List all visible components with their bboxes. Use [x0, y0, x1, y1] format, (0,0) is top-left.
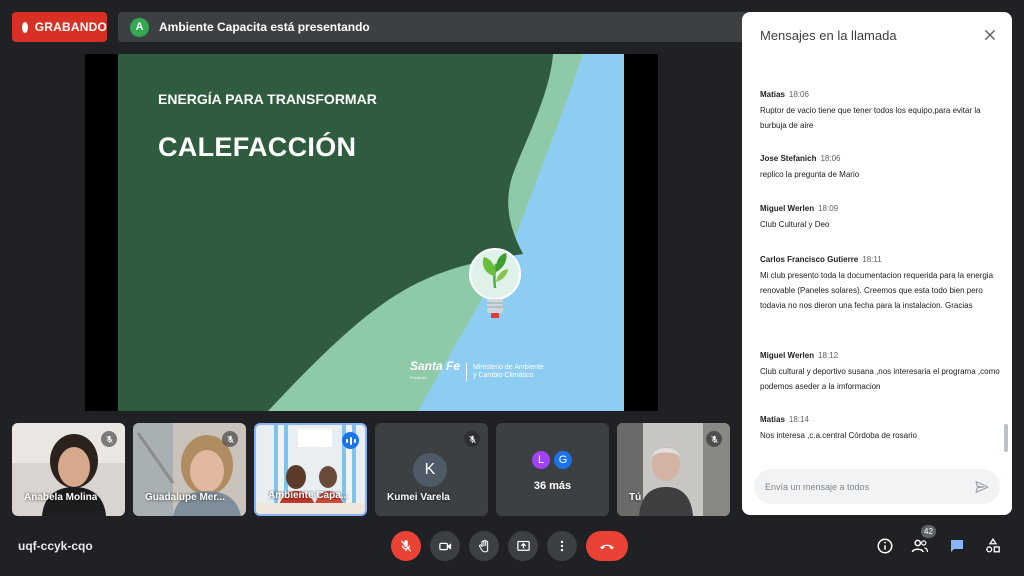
message-text: replico la pregunta de Mario: [760, 170, 860, 179]
more-vert-icon: [560, 540, 564, 552]
message-text: Club Cultural y Deo: [760, 220, 830, 229]
participant-name: Kumei Varela: [387, 492, 450, 503]
activities-icon: [986, 538, 1000, 553]
message-time: 18:09: [818, 204, 839, 213]
participant-name: Ambiente Capa...: [268, 490, 350, 501]
message-sender: Miguel Werlen: [760, 204, 815, 213]
lightbulb-plant-icon: [469, 248, 521, 318]
message-time: 18:06: [788, 90, 809, 99]
meeting-details-button[interactable]: [872, 533, 898, 559]
message-sender: Carlos Francisco Gutierre: [760, 255, 859, 264]
message-time: 18:11: [862, 255, 882, 264]
brand-name: Santa Fe: [410, 359, 461, 373]
chat-message: Carlos Francisco Gutierre 18:11 Mi club p…: [760, 254, 1000, 313]
brand-sub: Provincia: [410, 375, 427, 380]
participant-tile[interactable]: Anabela Molina: [12, 423, 125, 516]
chat-message: Matias 18:06 Ruptor de vacio tiene que te…: [760, 89, 1000, 133]
santa-fe-logo: Santa Fe Provincia: [410, 360, 460, 384]
participant-tile[interactable]: Guadalupe Mer...: [133, 423, 246, 516]
mic-off-icon: [706, 431, 722, 447]
camera-icon: [438, 542, 451, 550]
speaking-icon: [342, 432, 359, 449]
message-time: 18:14: [788, 415, 809, 424]
ministry-line-1: Ministerio de Ambiente: [473, 364, 544, 371]
message-sender: Matias: [760, 415, 785, 424]
truncated-message: [760, 56, 920, 60]
message-text: Mi club presento toda la documentacion r…: [760, 271, 994, 310]
chat-message: Matias 18:14 Nos interesa ,c.a.central Có…: [760, 414, 1000, 443]
brand-divider: [466, 363, 468, 381]
participant-avatar: L: [530, 449, 552, 471]
chat-scrollbar[interactable]: [1004, 424, 1008, 452]
present-now-button[interactable]: [508, 531, 538, 561]
chat-title: Mensajes en la llamada: [760, 28, 897, 43]
chat-message: Jose Stefanich 18:06 replico la pregunta …: [760, 153, 1000, 182]
recording-label: GRABANDO: [34, 20, 107, 34]
message-text: Ruptor de vacio tiene que tener todos lo…: [760, 106, 981, 130]
leave-call-button[interactable]: [586, 531, 628, 561]
mic-off-icon: [400, 540, 412, 552]
mic-toggle-button[interactable]: [391, 531, 421, 561]
slide-title: CALEFACCIÓN: [158, 132, 357, 162]
more-participants-tile[interactable]: L G 36 más: [496, 423, 609, 516]
participant-avatar: K: [413, 453, 447, 487]
more-options-button[interactable]: [547, 531, 577, 561]
message-text: Nos interesa ,c.a.central Córdoba de ros…: [760, 431, 917, 440]
presentation-stage: ENERGÍA PARA TRANSFORMAR CALEFACCIÓN San…: [85, 54, 658, 411]
chat-icon: [951, 540, 963, 552]
close-icon[interactable]: [982, 27, 998, 43]
chat-button[interactable]: [944, 533, 970, 559]
self-tile[interactable]: Tú: [617, 423, 730, 516]
participant-name: Guadalupe Mer...: [145, 492, 226, 503]
presenting-text: Ambiente Capacita está presentando: [159, 20, 370, 34]
message-time: 18:06: [820, 154, 841, 163]
raise-hand-icon: [478, 539, 488, 552]
recording-badge[interactable]: GRABANDO: [12, 12, 107, 42]
message-time: 18:12: [818, 351, 839, 360]
present-icon: [516, 540, 530, 551]
participants-count-badge: 42: [921, 525, 936, 538]
camera-toggle-button[interactable]: [430, 531, 460, 561]
info-icon: [877, 538, 893, 554]
chat-message: Miguel Werlen 18:09 Club Cultural y Deo: [760, 203, 1000, 232]
hangup-icon: [600, 544, 614, 550]
participant-avatar: G: [552, 449, 574, 471]
slide-background: [118, 54, 624, 411]
message-sender: Matias: [760, 90, 785, 99]
ministry-line-2: y Cambio Climático: [473, 372, 534, 379]
more-participants-label: 36 más: [533, 480, 572, 492]
participant-name: Tú: [629, 492, 642, 503]
chat-messages[interactable]: Matias 18:06 Ruptor de vacio tiene que te…: [742, 56, 1012, 456]
chat-input-box[interactable]: [754, 469, 1000, 504]
activities-button[interactable]: [980, 533, 1006, 559]
slide-brand: Santa Fe Provincia Ministerio de Ambient…: [410, 360, 544, 384]
people-icon: [911, 539, 929, 553]
message-sender: Miguel Werlen: [760, 351, 815, 360]
mic-off-icon: [464, 431, 480, 447]
presentation-slide: ENERGÍA PARA TRANSFORMAR CALEFACCIÓN San…: [118, 54, 624, 411]
chat-input[interactable]: [765, 481, 955, 492]
message-sender: Jose Stefanich: [760, 154, 817, 163]
record-dot-icon: [22, 21, 28, 33]
meeting-code: uqf-ccyk-cqo: [18, 539, 93, 553]
participant-tile-active[interactable]: Ambiente Capa...: [254, 423, 367, 516]
mic-off-icon: [222, 431, 238, 447]
presenting-banner: A Ambiente Capacita está presentando: [118, 12, 748, 42]
send-icon[interactable]: [974, 479, 990, 495]
chat-panel: Mensajes en la llamada Matias 18:06 Rupto…: [742, 12, 1012, 515]
slide-kicker: ENERGÍA PARA TRANSFORMAR: [158, 91, 377, 107]
ministry-label: Ministerio de Ambiente y Cambio Climátic…: [473, 364, 544, 380]
participant-tile[interactable]: K Kumei Varela: [375, 423, 488, 516]
mic-off-icon: [101, 431, 117, 447]
chat-message: Miguel Werlen 18:12 Club cultural y depor…: [760, 350, 1000, 394]
raise-hand-button[interactable]: [469, 531, 499, 561]
presenter-avatar: A: [130, 17, 149, 37]
participant-name: Anabela Molina: [24, 492, 98, 503]
message-text: Club cultural y deportivo susana ,nos in…: [760, 367, 1000, 391]
